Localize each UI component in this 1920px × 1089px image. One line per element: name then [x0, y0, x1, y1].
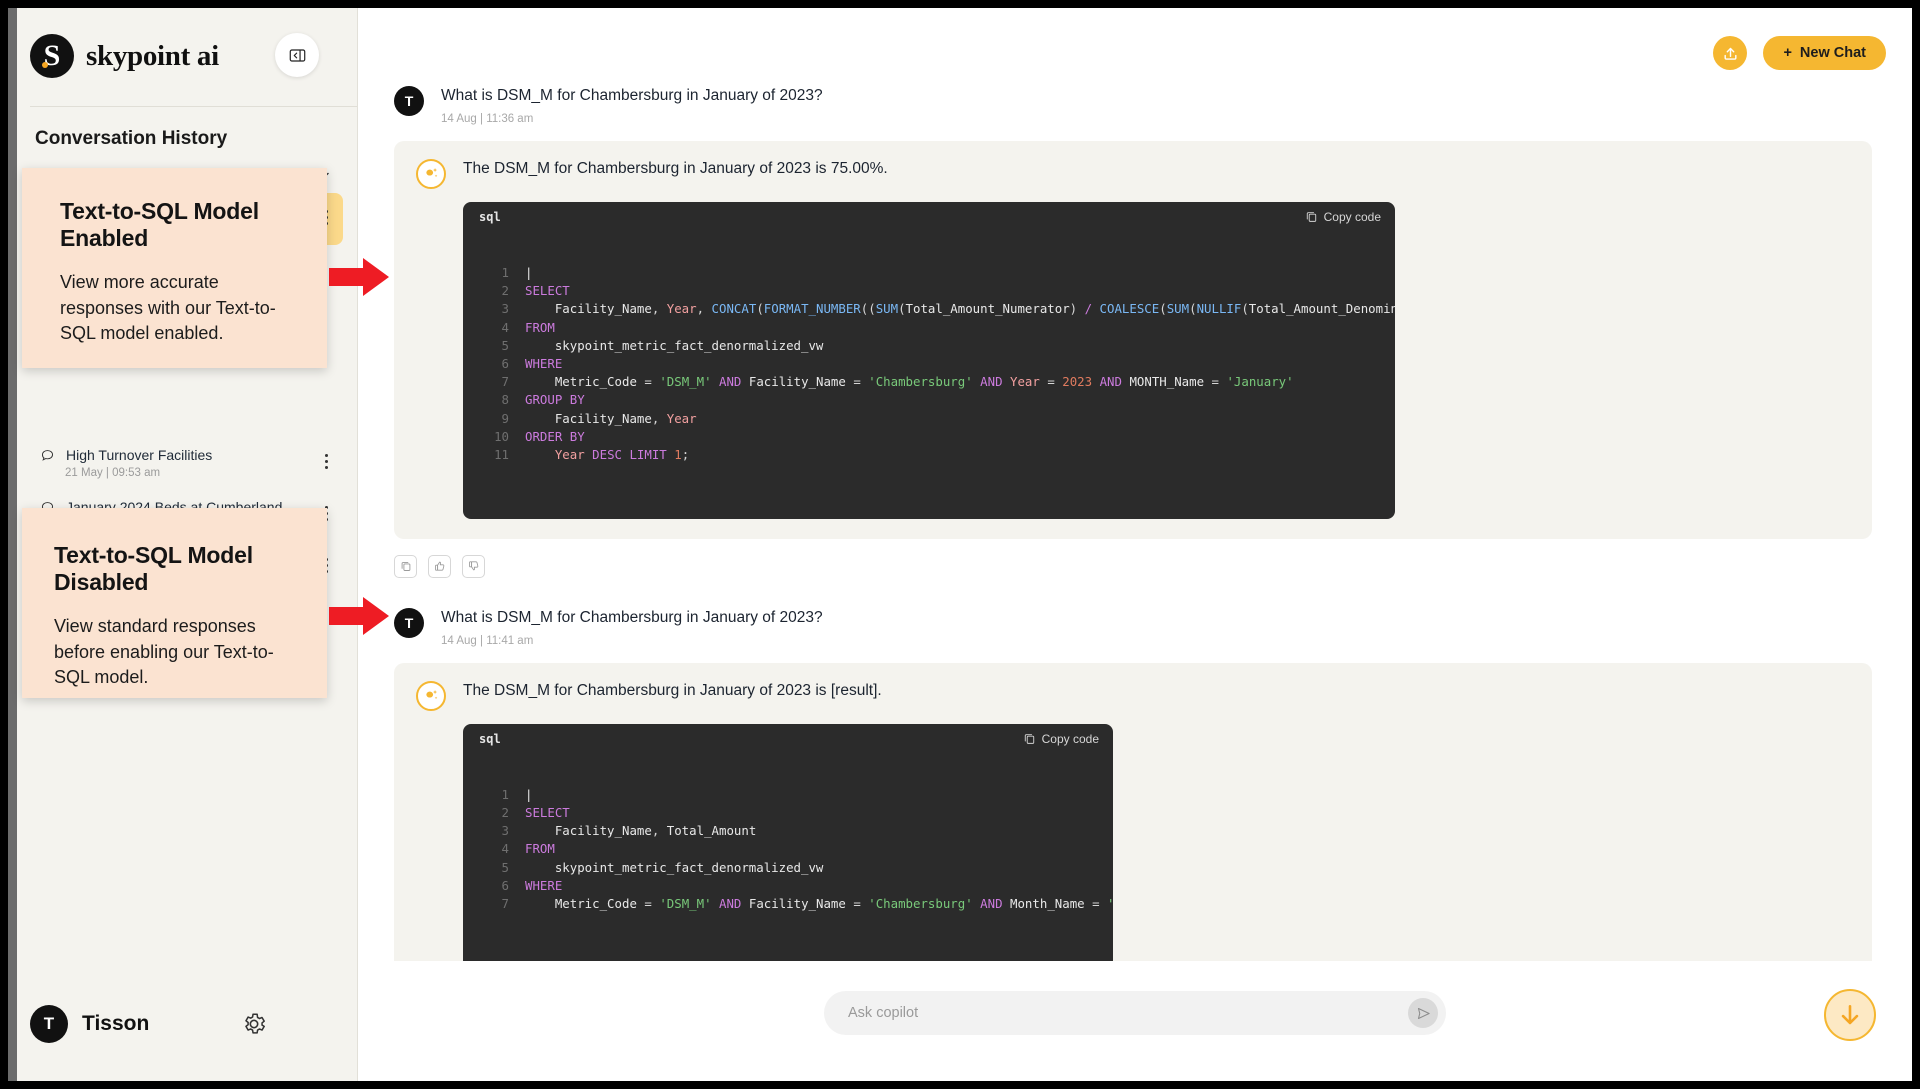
copy-icon — [401, 562, 410, 572]
assistant-avatar-icon — [416, 158, 446, 189]
code-block-header: sql Copy code — [463, 724, 1113, 754]
sparkle-icon — [425, 168, 437, 178]
thumbs-down-icon — [468, 561, 478, 571]
callout-body: View standard responses before enabling … — [54, 616, 274, 688]
user-message: T What is DSM_M for Chambersburg in Janu… — [358, 596, 1912, 659]
app-window: S skypoint ai Conversation History Histo… — [8, 8, 1912, 1081]
panel-collapse-icon — [289, 48, 305, 62]
page-title: Conversation History — [35, 128, 228, 149]
assistant-message: The DSM_M for Chambersburg in January of… — [394, 140, 1872, 539]
code-language-label: sql — [479, 731, 501, 746]
copy-code-label: Copy code — [1041, 731, 1099, 746]
history-item-title: High Turnover Facilities — [66, 447, 213, 463]
chat-messages: T What is DSM_M for Chambersburg in Janu… — [358, 74, 1912, 961]
brand: S skypoint ai — [30, 34, 219, 78]
code-block: sql Copy code 1 | 2 SELECT 3 Facility_Name, … — [463, 723, 1113, 961]
sparkle-icon — [425, 690, 437, 700]
red-arrow-annotation-1 — [329, 258, 389, 296]
message-timestamp: 14 Aug | 11:41 am — [441, 634, 534, 647]
copy-code-label: Copy code — [1323, 209, 1381, 224]
user-profile[interactable]: T Tisson — [30, 1005, 149, 1043]
arrow-down-icon — [1841, 1005, 1859, 1025]
copy-response-button[interactable] — [394, 554, 417, 578]
gear-icon — [245, 1013, 265, 1034]
new-chat-button[interactable]: + New Chat — [1763, 36, 1886, 70]
copy-code-button[interactable]: Copy code — [1305, 210, 1381, 224]
assistant-message-text: The DSM_M for Chambersburg in January of… — [463, 159, 888, 177]
code-block: sql Copy code 1 | 2 SELECT 3 Facility_Name, … — [463, 201, 1395, 519]
thumbs-up-icon — [434, 561, 444, 571]
logo-dot — [42, 62, 48, 68]
top-toolbar: + New Chat — [1713, 36, 1886, 70]
code-content: 1 | 2 SELECT 3 Facility_Name, Total_Amount 4 F… — [501, 786, 1113, 911]
thumbs-down-button[interactable] — [462, 554, 485, 578]
copy-code-button[interactable]: Copy code — [1023, 732, 1099, 746]
callout-title: Text-to-SQL Model Enabled — [60, 198, 259, 251]
assistant-message-text: The DSM_M for Chambersburg in January of… — [463, 681, 882, 699]
callout-title: Text-to-SQL Model Disabled — [54, 542, 253, 595]
search-input[interactable] — [848, 1005, 1408, 1021]
avatar: T — [30, 1005, 68, 1043]
share-button[interactable] — [1713, 36, 1748, 70]
sidebar-collapse-button[interactable] — [275, 33, 319, 77]
upload-share-icon — [1724, 47, 1737, 60]
avatar: T — [394, 607, 424, 638]
user-message-text: What is DSM_M for Chambersburg in Januar… — [441, 608, 823, 626]
sidebar-divider — [30, 106, 357, 107]
history-item-date: 21 May | 09:53 am — [65, 467, 161, 479]
message-composer[interactable] — [824, 991, 1446, 1035]
avatar: T — [394, 86, 424, 116]
code-block-header: sql Copy code — [463, 202, 1395, 232]
main-chat-panel: + New Chat T What is DSM_M for Chambersb… — [358, 8, 1912, 1081]
user-message: T What is DSM_M for Chambersburg in Janu… — [358, 74, 1912, 137]
user-name: Tisson — [82, 1012, 150, 1035]
callout-text-to-sql-disabled: Text-to-SQL Model Disabled View standard… — [22, 508, 327, 698]
chat-bubble-icon — [41, 449, 54, 461]
copy-icon — [1306, 212, 1316, 223]
assistant-message: The DSM_M for Chambersburg in January of… — [394, 662, 1872, 961]
message-feedback-bar — [358, 539, 1912, 578]
callout-text-to-sql-enabled: Text-to-SQL Model Enabled View more accu… — [22, 168, 327, 368]
red-arrow-annotation-2 — [329, 597, 389, 635]
sidebar-scrollbar[interactable] — [8, 8, 17, 1081]
scroll-to-bottom-button[interactable] — [1824, 989, 1876, 1041]
assistant-avatar-icon — [416, 680, 446, 711]
send-button[interactable] — [1408, 998, 1438, 1028]
code-language-label: sql — [479, 209, 501, 224]
user-message-text: What is DSM_M for Chambersburg in Januar… — [441, 87, 823, 104]
thumbs-up-button[interactable] — [428, 554, 451, 578]
logo-letter: S — [43, 39, 61, 72]
new-chat-label: New Chat — [1799, 45, 1866, 61]
settings-button[interactable] — [239, 1009, 269, 1039]
plus-icon: + — [1783, 45, 1792, 61]
brand-name: skypoint ai — [86, 39, 219, 72]
message-timestamp: 14 Aug | 11:36 am — [441, 112, 534, 125]
copy-icon — [1024, 734, 1034, 744]
code-content: 1 | 2 SELECT 3 Facility_Name, Year, CONCAT(F… — [494, 265, 1395, 463]
history-item-1[interactable]: High Turnover Facilities 21 May | 09:53 … — [22, 437, 343, 489]
history-item-menu-button[interactable] — [321, 454, 331, 472]
send-icon — [1417, 1007, 1430, 1019]
callout-body: View more accurate responses with our Te… — [60, 272, 276, 344]
skypoint-logo-icon: S — [30, 34, 74, 78]
